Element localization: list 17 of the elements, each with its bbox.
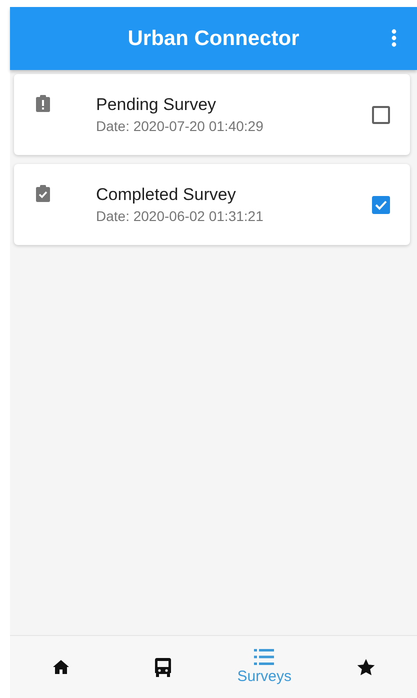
survey-title: Completed Survey	[96, 185, 237, 205]
clipboard-alert-icon	[36, 95, 50, 112]
survey-card[interactable]: Pending Survey Date: 2020-07-20 01:40:29	[14, 74, 410, 155]
checkmark-icon	[375, 200, 387, 210]
more-options-icon[interactable]	[391, 29, 397, 47]
checkbox[interactable]	[372, 196, 390, 214]
home-icon	[52, 660, 69, 674]
clipboard-check-icon	[36, 185, 50, 202]
star-icon	[357, 658, 376, 676]
list-icon	[254, 649, 274, 665]
survey-date: Date: 2020-07-20 01:40:29	[96, 118, 264, 134]
survey-title: Pending Survey	[96, 95, 218, 115]
app-title: Urban Connector	[128, 26, 300, 50]
survey-card[interactable]: Completed Survey Date: 2020-06-02 01:31:21	[14, 164, 410, 245]
survey-date: Date: 2020-06-02 01:31:21	[96, 208, 264, 224]
bus-icon	[154, 658, 171, 676]
checkbox[interactable]	[372, 106, 390, 124]
